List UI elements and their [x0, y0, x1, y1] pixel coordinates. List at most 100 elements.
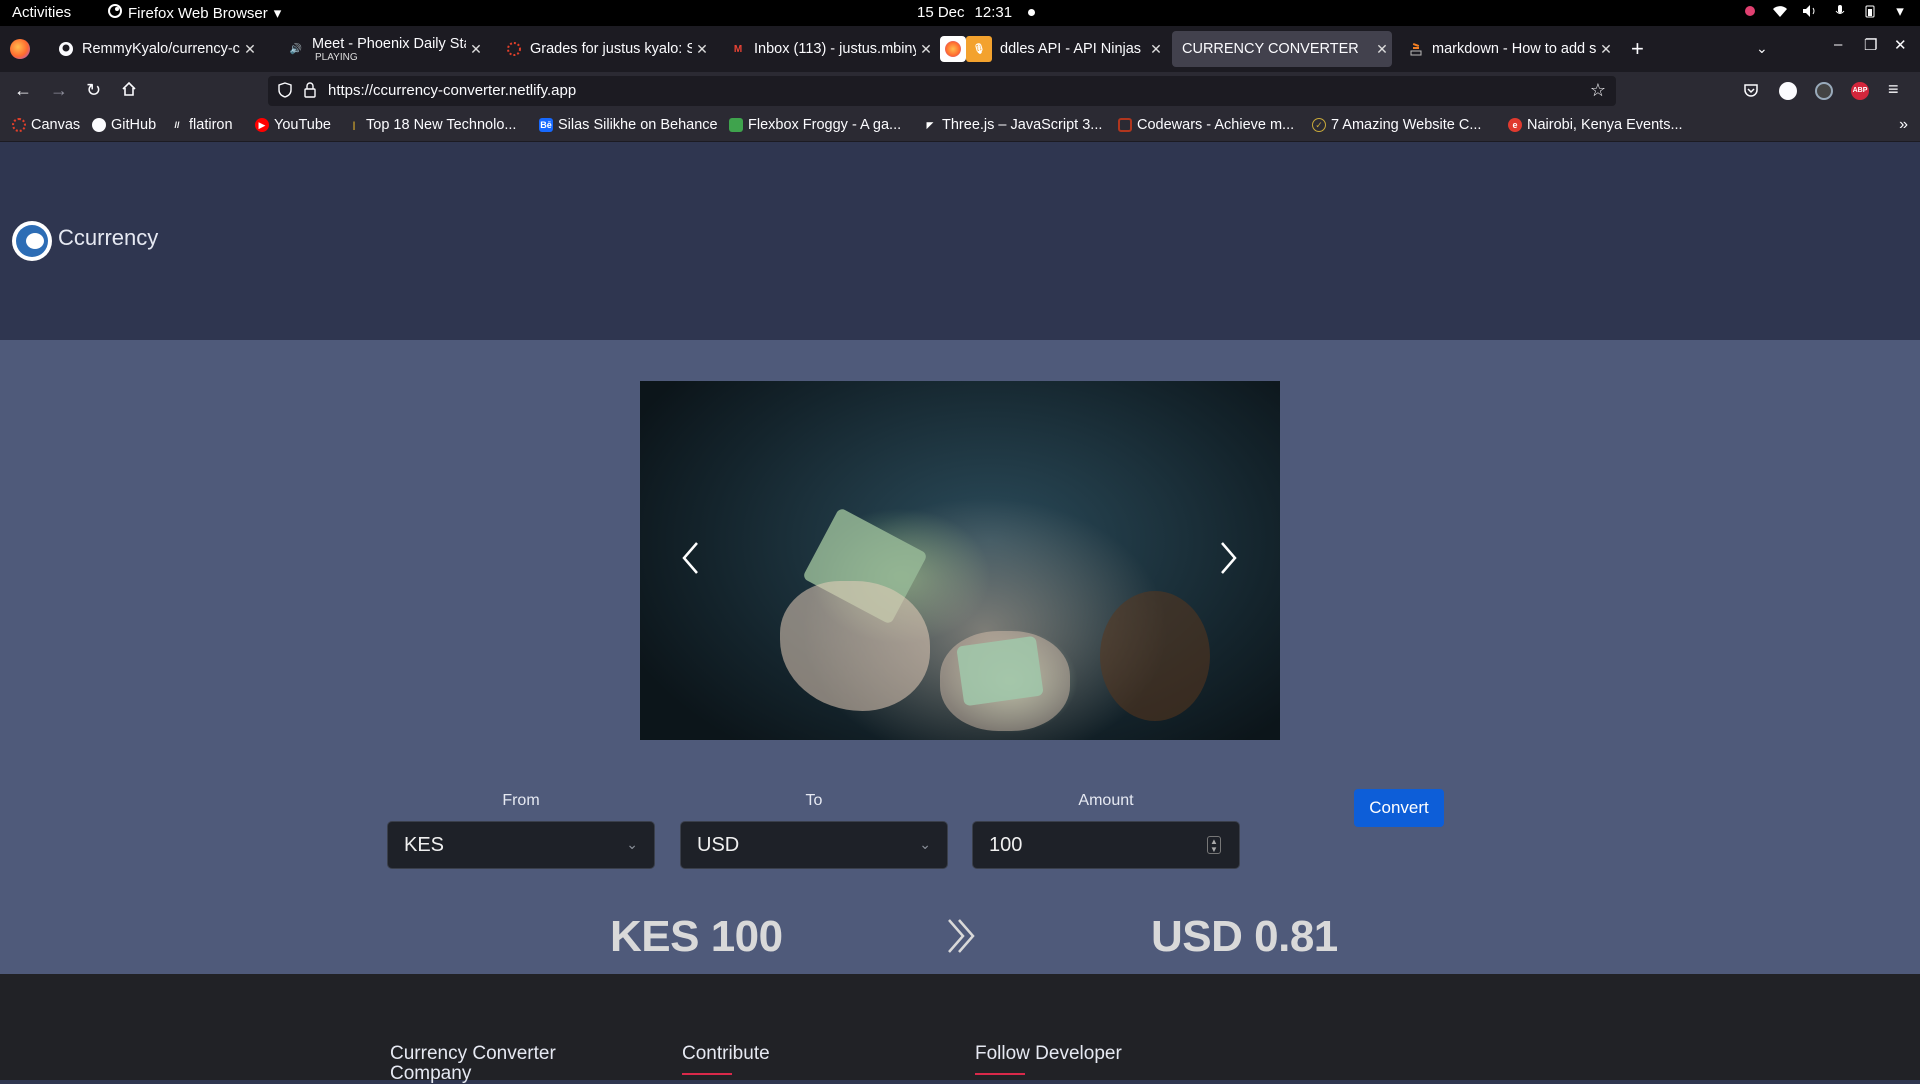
extension-glasses-icon[interactable]: [1815, 82, 1833, 100]
new-tab-icon[interactable]: +: [1631, 36, 1644, 62]
tab-github[interactable]: RemmyKyalo/currency-co ✕: [48, 31, 260, 67]
app-menu[interactable]: Firefox Web Browser ▾: [108, 4, 281, 22]
threejs-icon: ◤: [926, 119, 934, 130]
activities-button[interactable]: Activities: [12, 4, 71, 21]
from-label: From: [502, 792, 540, 809]
chevron-down-icon: ⌄: [919, 836, 931, 852]
close-icon[interactable]: ✕: [1596, 41, 1616, 58]
minimize-icon[interactable]: –: [1834, 36, 1842, 53]
bookmarks-overflow-icon[interactable]: »: [1899, 116, 1908, 134]
bookmark-canvas[interactable]: Canvas: [12, 117, 80, 133]
to-label: To: [805, 792, 823, 809]
power-menu-icon[interactable]: ▾: [1892, 3, 1908, 20]
close-icon[interactable]: ✕: [1146, 41, 1166, 58]
convert-button[interactable]: Convert: [1354, 789, 1444, 827]
footer-follow-title: Follow Developer: [975, 1043, 1122, 1064]
bookmark-behance[interactable]: Bē Silas Silikhe on Behance: [539, 117, 718, 133]
back-arrow-icon[interactable]: ←: [14, 81, 32, 99]
speaker-icon: 🔊: [289, 43, 303, 55]
banknotes-image: [956, 635, 1044, 707]
chevron-left-icon[interactable]: [676, 541, 706, 581]
account-icon[interactable]: [1779, 82, 1797, 100]
footer-underline: [975, 1073, 1025, 1075]
home-icon[interactable]: [121, 81, 137, 100]
bookmark-top-18[interactable]: | Top 18 New Technolo...: [347, 117, 517, 133]
bookmark-label: Canvas: [31, 117, 81, 133]
caret-down-icon: ▾: [273, 5, 282, 22]
battery-icon[interactable]: [1862, 3, 1878, 19]
canvas-icon: [506, 41, 522, 57]
site-footer: [0, 974, 1920, 1080]
hamburger-menu-icon[interactable]: ≡: [1888, 80, 1899, 98]
to-currency-value: USD: [697, 833, 740, 856]
youtube-icon: ▶: [255, 118, 269, 132]
tab-meet[interactable]: 🔊 Meet - Phoenix Daily Star PLAYING ✕: [278, 31, 486, 67]
bookmark-page-icon: |: [352, 120, 356, 130]
tab-canvas-grades[interactable]: Grades for justus kyalo: S ✕: [496, 31, 712, 67]
wifi-icon[interactable]: [1772, 3, 1788, 19]
close-window-icon[interactable]: ✕: [1894, 36, 1907, 54]
bookmark-label: GitHub: [111, 117, 157, 133]
background-image: [1100, 591, 1210, 721]
close-icon[interactable]: ✕: [1372, 41, 1392, 58]
microphone-sharing-icon: 🎙: [966, 36, 992, 62]
bookmark-7-amazing[interactable]: ✓ 7 Amazing Website C...: [1312, 117, 1481, 133]
forward-arrow-icon[interactable]: →: [50, 81, 68, 99]
eventbrite-icon: e: [1508, 118, 1522, 132]
result-target-amount: USD 0.81: [1151, 912, 1338, 961]
tracking-shield-icon[interactable]: [278, 82, 292, 102]
url-text: https://ccurrency-converter.netlify.app: [328, 82, 577, 99]
firefox-view-icon[interactable]: [10, 39, 30, 59]
bookmark-github[interactable]: GitHub: [92, 117, 156, 133]
image-carousel: [640, 381, 1280, 740]
microphone-icon[interactable]: [1832, 3, 1848, 19]
tab-gmail[interactable]: M Inbox (113) - justus.mbiny ✕: [720, 31, 936, 67]
bookmark-label: Three.js – JavaScript 3...: [942, 117, 1103, 133]
bookmark-label: Silas Silikhe on Behance: [558, 117, 718, 133]
system-tray[interactable]: ▾: [1742, 3, 1908, 20]
to-currency-select[interactable]: USD ⌄: [680, 821, 948, 869]
close-icon[interactable]: ✕: [240, 41, 260, 58]
bookmark-label: flatiron: [189, 117, 233, 133]
bookmark-nairobi-events[interactable]: e Nairobi, Kenya Events...: [1508, 117, 1683, 133]
tab-api-ninjas[interactable]: 🎙 ddles API - API Ninjas ✕: [930, 31, 1166, 67]
double-chevron-right-icon: [945, 916, 979, 956]
restore-icon[interactable]: ❐: [1864, 36, 1877, 54]
volume-icon[interactable]: [1802, 3, 1818, 19]
tab-strip: RemmyKyalo/currency-co ✕ 🔊 Meet - Phoeni…: [0, 26, 1920, 72]
footer-company-title: Currency Converter Company: [390, 1043, 556, 1084]
bookmark-flatiron[interactable]: // flatiron: [170, 117, 233, 133]
bookmark-label: 7 Amazing Website C...: [1331, 117, 1482, 133]
amount-input[interactable]: 100 ▲ ▼: [972, 821, 1240, 869]
adblock-plus-icon[interactable]: ABP: [1851, 82, 1869, 100]
close-icon[interactable]: ✕: [692, 41, 712, 58]
brand[interactable]: Ccurrency: [12, 221, 158, 261]
codewars-icon: [1118, 118, 1132, 132]
site-header: Ccurrency: [0, 142, 1920, 340]
tab-title: CURRENCY CONVERTER: [1182, 41, 1359, 57]
tab-title: ddles API - API Ninjas: [1000, 41, 1142, 57]
tab-title: markdown - How to add s: [1432, 41, 1596, 57]
ccurrency-logo-icon: [12, 221, 52, 261]
website-icon: ✓: [1312, 118, 1326, 132]
reload-icon[interactable]: ↻: [86, 81, 101, 99]
list-all-tabs-icon[interactable]: ⌄: [1756, 40, 1768, 57]
lock-icon[interactable]: [304, 82, 316, 102]
number-spinner-icon[interactable]: ▲ ▼: [1207, 836, 1221, 854]
from-currency-select[interactable]: KES ⌄: [387, 821, 655, 869]
bookmark-label: Codewars - Achieve m...: [1137, 117, 1295, 133]
bookmark-threejs[interactable]: ◤ Three.js – JavaScript 3...: [923, 117, 1103, 133]
chevron-right-icon[interactable]: [1213, 541, 1243, 581]
close-icon[interactable]: ✕: [466, 41, 486, 58]
tab-stackoverflow[interactable]: markdown - How to add s ✕: [1398, 31, 1616, 67]
bookmark-youtube[interactable]: ▶ YouTube: [255, 117, 331, 133]
bookmark-star-icon[interactable]: ☆: [1590, 80, 1606, 101]
clock[interactable]: 15 Dec 12:31: [917, 4, 1036, 21]
extension-icon[interactable]: [1742, 3, 1758, 19]
date-label: 15 Dec: [917, 4, 965, 21]
bookmark-codewars[interactable]: Codewars - Achieve m...: [1118, 117, 1294, 133]
tab-currency-converter[interactable]: CURRENCY CONVERTER ✕: [1172, 31, 1392, 67]
bookmark-flexbox-froggy[interactable]: Flexbox Froggy - A ga...: [729, 117, 901, 133]
pocket-icon[interactable]: [1743, 82, 1759, 101]
address-bar[interactable]: https://ccurrency-converter.netlify.app …: [268, 76, 1616, 106]
